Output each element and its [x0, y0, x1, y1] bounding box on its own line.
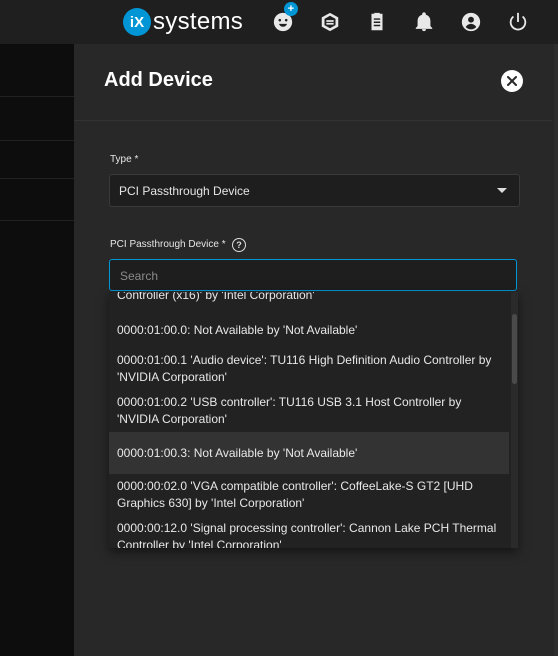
logo-text: systems [153, 8, 244, 35]
pci-device-dropdown: Controller (x16)' by 'Intel Corporation'… [109, 292, 518, 548]
logo-mark: iX [123, 8, 151, 36]
ixsystems-logo[interactable]: iX systems [123, 8, 243, 36]
row-divider [0, 140, 74, 141]
option-item[interactable]: Controller (x16)' by 'Intel Corporation' [109, 292, 509, 313]
scrollbar-thumb[interactable] [512, 314, 517, 384]
row-divider [0, 178, 74, 179]
search-input[interactable] [118, 267, 512, 285]
help-icon[interactable]: ? [232, 238, 246, 252]
background-page [0, 44, 74, 656]
option-item-highlighted[interactable]: 0000:01:00.3: Not Available by 'Not Avai… [109, 432, 509, 474]
pci-device-label: PCI Passthrough Device * [110, 239, 226, 250]
panel-header: Add Device [74, 44, 552, 120]
type-select-value: PCI Passthrough Device [119, 184, 250, 198]
account-icon[interactable] [458, 9, 484, 35]
add-device-panel: Add Device Type * PCI Passthrough Device… [74, 44, 558, 656]
type-select[interactable]: PCI Passthrough Device [109, 174, 520, 207]
header-divider [74, 120, 552, 121]
option-item[interactable]: 0000:00:02.0 'VGA compatible controller'… [109, 474, 509, 516]
panel-title: Add Device [104, 69, 213, 91]
option-item[interactable]: 0000:01:00.1 'Audio device': TU116 High … [109, 348, 509, 390]
truecommand-icon[interactable] [317, 9, 343, 35]
feedback-icon[interactable]: + [270, 2, 298, 35]
type-label: Type * [110, 154, 139, 165]
option-item[interactable]: 0000:01:00.2 'USB controller': TU116 USB… [109, 390, 509, 432]
power-icon[interactable] [505, 9, 531, 35]
option-list: Controller (x16)' by 'Intel Corporation'… [109, 292, 509, 548]
row-divider [0, 96, 74, 97]
top-toolbar: iX systems + [0, 0, 558, 44]
notifications-icon[interactable] [411, 9, 437, 35]
pci-device-search[interactable] [109, 259, 517, 291]
row-divider [0, 220, 74, 221]
close-button[interactable] [501, 70, 523, 92]
feedback-badge: + [284, 2, 298, 16]
panel-edge [554, 44, 558, 656]
chevron-down-icon [497, 188, 507, 193]
close-icon [507, 76, 517, 86]
option-item[interactable]: 0000:00:12.0 'Signal processing controll… [109, 516, 509, 548]
option-item[interactable]: 0000:01:00.0: Not Available by 'Not Avai… [109, 313, 509, 348]
dropdown-scrollbar[interactable] [511, 292, 518, 548]
tasks-icon[interactable] [364, 9, 390, 35]
